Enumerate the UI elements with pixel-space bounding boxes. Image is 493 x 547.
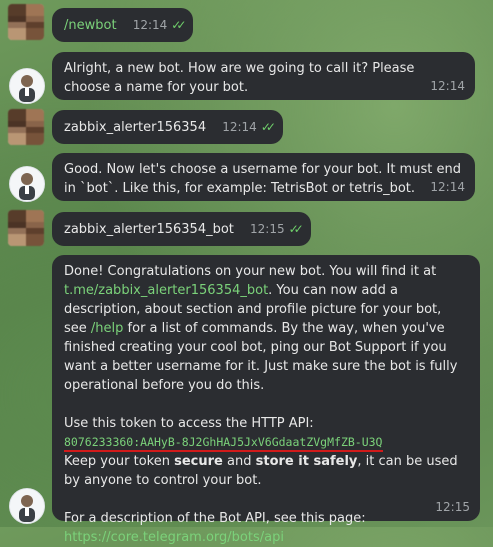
bot-avatar[interactable] xyxy=(9,166,45,202)
message-text: Done! Congratulations on your new bot. Y… xyxy=(52,255,480,547)
message-time: 12:14 xyxy=(430,79,465,93)
user-avatar[interactable] xyxy=(8,4,44,40)
message-meta: 12:14 ✓✓ xyxy=(132,16,187,35)
message-paragraph: Done! Congratulations on your new bot. Y… xyxy=(64,264,458,393)
message-meta: 12:14 ✓✓ xyxy=(222,118,276,137)
message-text[interactable]: /newbot xyxy=(64,18,117,33)
bot-avatar[interactable] xyxy=(9,68,45,104)
bot-link[interactable]: t.me/zabbix_alerter156354_bot xyxy=(64,283,268,298)
api-description: For a description of the Bot API, see th… xyxy=(64,511,366,526)
bot-api-link[interactable]: https://core.telegram.org/bots/api xyxy=(64,530,284,545)
user-avatar[interactable] xyxy=(8,210,44,246)
token-label: Use this token to access the HTTP API: xyxy=(64,416,314,431)
message-paragraph: Keep your token secure and store it safe… xyxy=(64,454,458,488)
message-time: 12:14 xyxy=(222,120,257,134)
message-bubble-outgoing[interactable]: zabbix_alerter156354_bot 12:15 ✓✓ xyxy=(52,212,311,246)
message-time: 12:14 xyxy=(430,180,465,194)
help-command-link[interactable]: /help xyxy=(91,321,123,336)
message-meta: 12:15 ✓✓ xyxy=(250,220,304,239)
message-bubble-incoming[interactable]: Alright, a new bot. How are we going to … xyxy=(52,52,475,100)
bot-avatar[interactable] xyxy=(9,488,45,524)
message-time: 12:14 xyxy=(132,18,168,32)
message-text[interactable]: zabbix_alerter156354_bot xyxy=(64,222,234,237)
message-bubble-outgoing[interactable]: zabbix_alerter156354 12:14 ✓✓ xyxy=(52,110,283,144)
api-token[interactable]: 8076233360:AAHyB-8J2GhHAJ5JxV6GdaatZVgMf… xyxy=(64,434,383,452)
api-link-line: https://core.telegram.org/bots/api xyxy=(64,528,468,547)
message-bubble-incoming[interactable]: Done! Congratulations on your new bot. Y… xyxy=(52,255,480,545)
message-time: 12:15 xyxy=(250,222,285,236)
message-time: 12:15 xyxy=(435,500,470,514)
message-text: Good. Now let's choose a username for yo… xyxy=(64,162,461,196)
message-text: Alright, a new bot. How are we going to … xyxy=(64,61,415,95)
double-check-icon: ✓✓ xyxy=(260,120,276,134)
double-check-icon: ✓✓ xyxy=(171,18,186,32)
message-bubble-outgoing[interactable]: /newbot 12:14 ✓✓ xyxy=(52,8,194,42)
message-bubble-incoming[interactable]: Good. Now let's choose a username for yo… xyxy=(52,153,475,201)
message-text[interactable]: zabbix_alerter156354 xyxy=(64,120,206,135)
user-avatar[interactable] xyxy=(8,109,44,145)
double-check-icon: ✓✓ xyxy=(288,222,304,236)
token-line: 8076233360:AAHyB-8J2GhHAJ5JxV6GdaatZVgMf… xyxy=(64,433,468,452)
